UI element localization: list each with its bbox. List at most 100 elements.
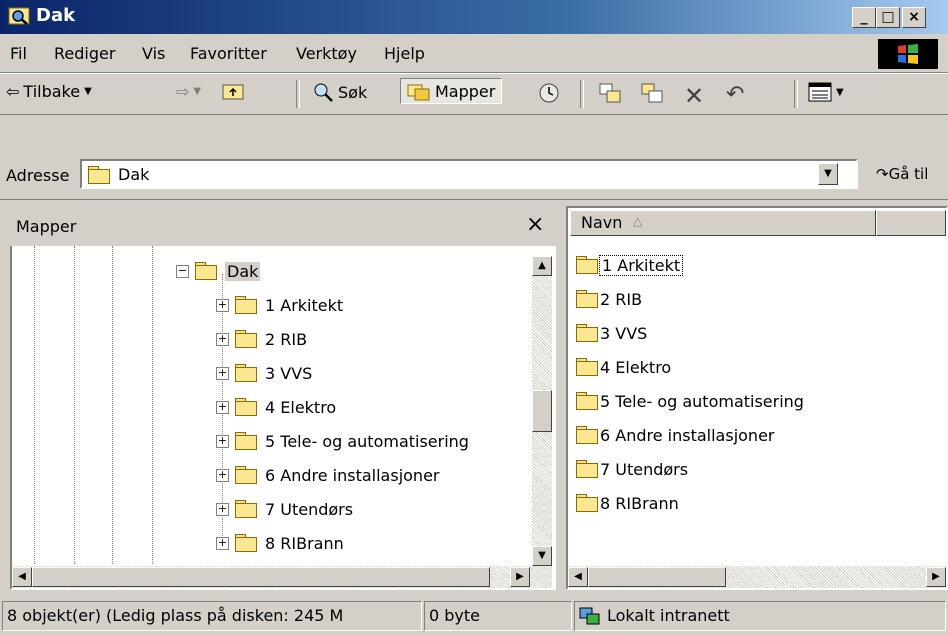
address-value: Dak xyxy=(118,165,150,184)
scroll-left-button[interactable]: ◀ xyxy=(568,567,588,587)
maximize-button[interactable]: □ xyxy=(876,7,900,28)
scroll-thumb[interactable] xyxy=(588,567,726,587)
list-item[interactable]: 4 Elektro xyxy=(576,350,671,384)
expand-icon[interactable]: + xyxy=(216,434,229,448)
expand-icon[interactable]: + xyxy=(216,332,229,346)
windows-logo-icon xyxy=(878,39,938,69)
back-button[interactable]: ⇦ Tilbake ▼ xyxy=(6,82,92,101)
expand-icon[interactable]: + xyxy=(216,536,229,550)
folder-icon xyxy=(576,324,598,342)
forward-button[interactable]: ⇨ ▼ xyxy=(176,82,201,101)
expand-icon[interactable]: + xyxy=(216,366,229,380)
tree-guide xyxy=(34,246,35,564)
tree-item-label: 5 Tele- og automatisering xyxy=(265,431,469,451)
go-button[interactable]: ↷Gå til xyxy=(876,165,928,183)
up-folder-button[interactable] xyxy=(222,82,244,100)
delete-icon: ✕ xyxy=(684,82,705,110)
address-bar: Adresse Dak ▼ ↷Gå til xyxy=(0,153,948,200)
copy-to-button[interactable] xyxy=(640,82,664,104)
move-to-icon xyxy=(599,83,621,103)
expand-icon[interactable]: + xyxy=(216,298,229,312)
menu-file[interactable]: Fil xyxy=(10,44,27,63)
collapse-icon[interactable]: − xyxy=(176,264,189,278)
status-bar: 8 objekt(er) (Ledig plass på disken: 245… xyxy=(0,597,948,635)
scroll-right-button[interactable]: ▶ xyxy=(510,567,530,587)
expand-icon[interactable]: + xyxy=(216,502,229,516)
back-label: Tilbake xyxy=(23,82,81,101)
folders-horizontal-scrollbar[interactable]: ◀ ▶ xyxy=(12,566,552,588)
address-field[interactable]: Dak ▼ xyxy=(80,159,858,189)
scroll-right-button[interactable]: ▶ xyxy=(926,567,946,587)
tree-item[interactable]: + 7 Utendørs xyxy=(216,492,353,526)
tree-item[interactable]: + 8 RIBrann xyxy=(216,526,344,560)
list-item[interactable]: 5 Tele- og automatisering xyxy=(576,384,804,418)
address-dropdown-button[interactable]: ▼ xyxy=(818,163,838,185)
tree-item[interactable]: + 1 Arkitekt xyxy=(216,288,343,322)
folder-icon xyxy=(235,534,257,552)
undo-button[interactable]: ↶ xyxy=(726,82,744,107)
tree-item-label: 1 Arkitekt xyxy=(265,295,344,315)
list-item-label: 6 Andre installasjoner xyxy=(600,425,775,445)
delete-button[interactable]: ✕ xyxy=(684,82,704,110)
views-button[interactable]: ▼ xyxy=(808,82,844,102)
list-item[interactable]: 3 VVS xyxy=(576,316,647,350)
tree-item[interactable]: + 5 Tele- og automatisering xyxy=(216,424,469,458)
scroll-thumb[interactable] xyxy=(532,390,552,432)
list-item[interactable]: 6 Andre installasjoner xyxy=(576,418,775,452)
folder-icon xyxy=(576,460,598,478)
tree-guide xyxy=(74,246,75,564)
tree-item[interactable]: + 3 VVS xyxy=(216,356,312,390)
scroll-thumb[interactable] xyxy=(32,567,490,587)
tree-item-label: 3 VVS xyxy=(265,363,313,383)
folders-pane-title: Mapper xyxy=(16,217,77,236)
tree-item[interactable]: + 2 RIB xyxy=(216,322,307,356)
forward-dropdown-icon[interactable]: ▼ xyxy=(193,86,201,97)
scroll-left-button[interactable]: ◀ xyxy=(12,567,32,587)
tree-item-root[interactable]: − Dak xyxy=(176,254,261,288)
menu-tools[interactable]: Verktøy xyxy=(296,44,357,63)
folder-icon xyxy=(235,398,257,416)
list-horizontal-scrollbar[interactable]: ◀ ▶ xyxy=(568,566,946,588)
folders-button[interactable]: Mapper xyxy=(400,78,503,104)
expand-icon[interactable]: + xyxy=(216,400,229,414)
folder-icon xyxy=(576,256,598,274)
back-dropdown-icon[interactable]: ▼ xyxy=(84,86,92,97)
list-item-label: 8 RIBrann xyxy=(600,493,679,513)
status-objects: 8 objekt(er) (Ledig plass på disken: 245… xyxy=(2,601,422,631)
history-icon xyxy=(539,83,559,103)
search-button[interactable]: Søk xyxy=(312,82,367,102)
move-to-button[interactable] xyxy=(598,82,622,104)
folders-icon xyxy=(407,84,430,101)
minimize-button[interactable]: _ xyxy=(852,7,876,28)
title-bar[interactable]: Dak _ □ × xyxy=(0,0,948,34)
scroll-down-button[interactable]: ▼ xyxy=(532,546,552,566)
list-item-label: 2 RIB xyxy=(600,289,643,309)
close-button[interactable]: × xyxy=(902,7,926,28)
menu-favorites[interactable]: Favoritter xyxy=(190,44,267,63)
list-item[interactable]: 8 RIBrann xyxy=(576,486,679,520)
menu-help[interactable]: Hjelp xyxy=(384,44,425,63)
tree-item[interactable]: + 4 Elektro xyxy=(216,390,336,424)
list-item-label: 4 Elektro xyxy=(600,357,672,377)
scroll-up-button[interactable]: ▲ xyxy=(532,256,552,276)
history-button[interactable] xyxy=(538,82,560,104)
folder-icon xyxy=(235,364,257,382)
tree-item-label: 6 Andre installasjoner xyxy=(265,465,440,485)
folder-tree: − Dak + 1 Arkitekt + 2 RIB + 3 VVS + 4 E… xyxy=(12,246,522,564)
expand-icon[interactable]: + xyxy=(216,468,229,482)
menu-edit[interactable]: Rediger xyxy=(54,44,115,63)
folder-icon xyxy=(235,330,257,348)
list-item[interactable]: 7 Utendørs xyxy=(576,452,688,486)
column-header-blank[interactable] xyxy=(876,210,946,236)
folders-vertical-scrollbar[interactable]: ▲ ▼ xyxy=(532,256,552,566)
list-item[interactable]: 2 RIB xyxy=(576,282,642,316)
tree-item[interactable]: + 6 Andre installasjoner xyxy=(216,458,440,492)
list-item[interactable]: 1 Arkitekt xyxy=(576,248,684,282)
menu-view[interactable]: Vis xyxy=(142,44,165,63)
close-pane-icon[interactable]: × xyxy=(526,212,544,237)
forward-arrow-icon: ⇨ xyxy=(176,82,190,101)
open-folder-icon xyxy=(195,262,217,280)
tree-item-label: 2 RIB xyxy=(265,329,308,349)
toolbar-separator xyxy=(794,80,798,108)
column-header-name[interactable]: Navn △ xyxy=(570,210,876,236)
